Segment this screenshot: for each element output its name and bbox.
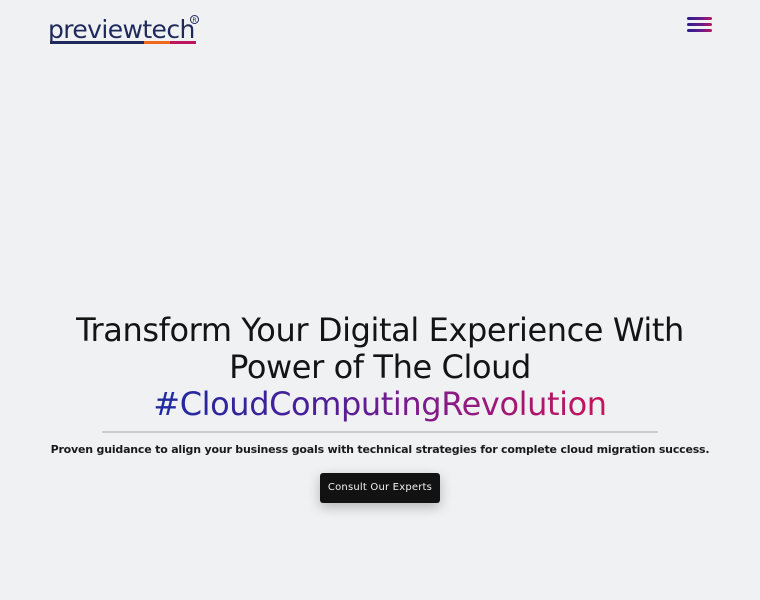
hero-divider: [102, 431, 658, 433]
hamburger-menu-icon[interactable]: [687, 17, 712, 33]
logo-underline-magenta: [170, 41, 196, 44]
menu-bar-bottom: [687, 29, 712, 32]
hero-title-line-1: Transform Your Digital Experience With: [76, 311, 684, 349]
hero-hashtag: #CloudComputingRevolution: [153, 385, 607, 423]
consult-experts-button[interactable]: Consult Our Experts: [320, 473, 440, 503]
hero-subtitle: Proven guidance to align your business g…: [50, 443, 710, 456]
menu-bar-middle: [687, 23, 712, 26]
hero-section: Transform Your Digital Experience With P…: [0, 312, 760, 503]
registered-trademark-icon: R: [190, 15, 199, 24]
logo-underline-blue: [50, 41, 144, 44]
hero-title-line-2: Power of The Cloud: [229, 348, 531, 386]
previewtech-logo[interactable]: previewtech R: [48, 13, 200, 49]
hero-title: Transform Your Digital Experience With P…: [0, 312, 760, 423]
logo-underline-orange: [144, 41, 170, 44]
menu-bar-top: [687, 17, 712, 20]
